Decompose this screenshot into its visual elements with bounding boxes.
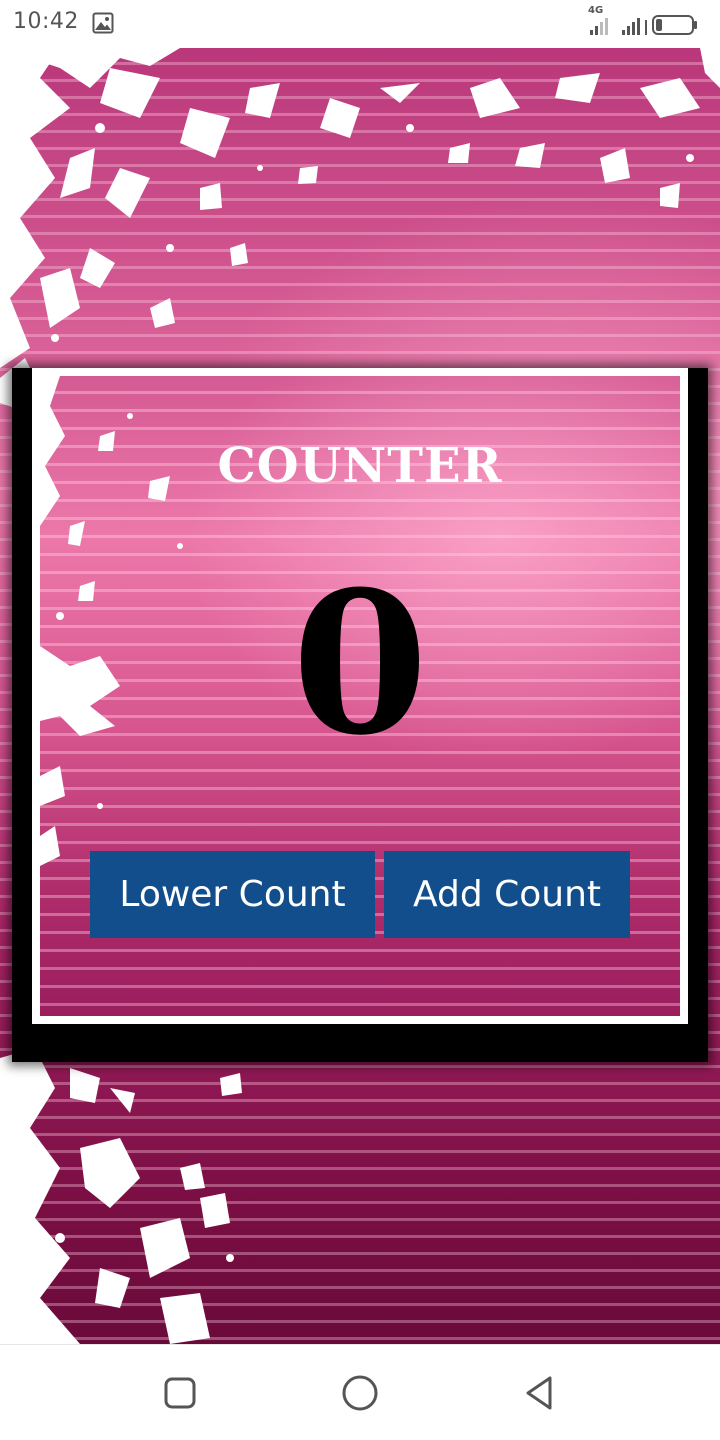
signal-icon <box>590 15 697 35</box>
status-time: 10:42 <box>13 9 79 34</box>
home-icon[interactable] <box>336 1369 384 1417</box>
add-count-button[interactable]: Add Count <box>384 851 630 938</box>
lower-count-button[interactable]: Lower Count <box>90 851 375 938</box>
recent-apps-icon[interactable] <box>156 1369 204 1417</box>
status-bar: 10:42 4G <box>0 0 720 48</box>
back-icon[interactable] <box>516 1369 564 1417</box>
status-icons: 4G <box>588 5 708 40</box>
network-4g-label: 4G <box>588 5 604 16</box>
counter-title: COUNTER <box>217 438 503 494</box>
gallery-icon <box>92 12 114 34</box>
navigation-bar <box>0 1344 720 1440</box>
counter-card: COUNTER 0 Lower Count Add Count <box>32 368 688 1024</box>
counter-value: 0 <box>291 549 429 779</box>
